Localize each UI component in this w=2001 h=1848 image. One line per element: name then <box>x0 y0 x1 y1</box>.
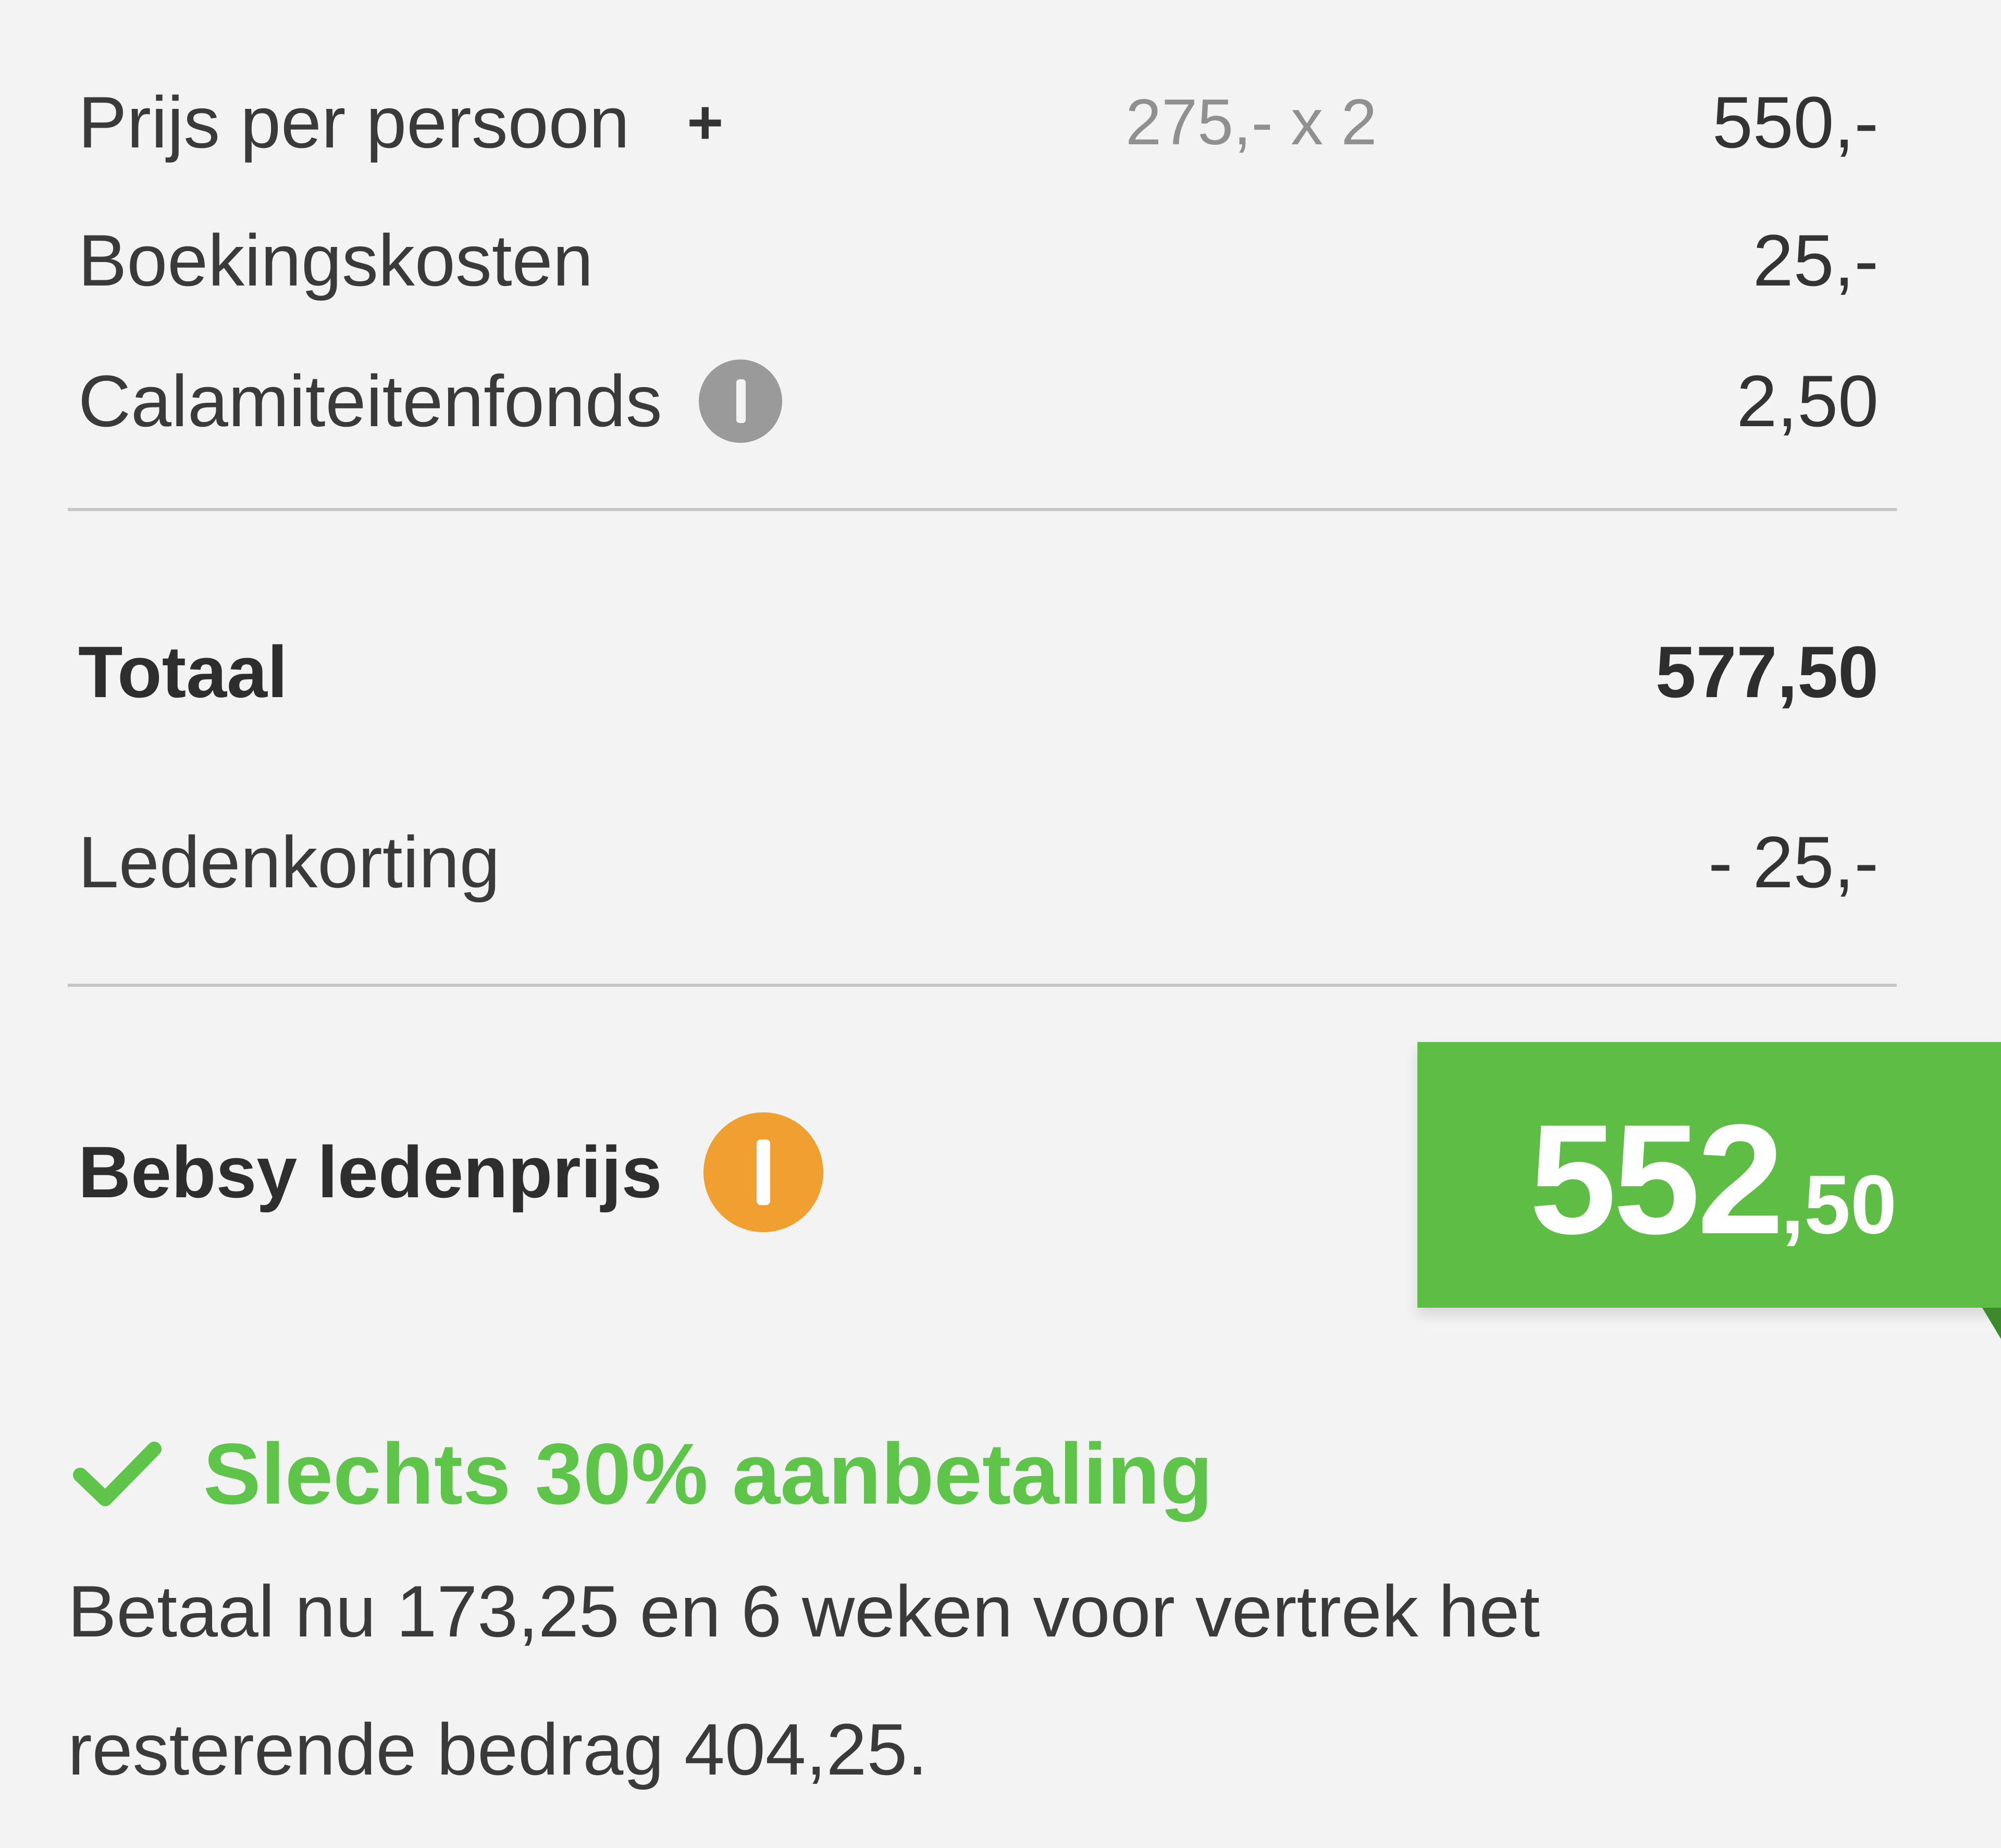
member-price-text: Bebsy ledenprijs <box>78 1131 662 1213</box>
calamity-fund-amount: 2,50 <box>1736 360 1879 442</box>
deposit-text-line: Betaal nu 173,25 en 6 weken voor vertrek… <box>68 1570 1540 1652</box>
member-price-label: Bebsy ledenprijs <box>78 1112 824 1232</box>
booking-costs-label: Boekingskosten <box>78 219 594 301</box>
deposit-description: Betaal nu 173,25 en 6 weken voor vertrek… <box>68 1542 1683 1818</box>
booking-costs-row: Boekingskosten 25,- <box>78 208 1879 313</box>
total-amount: 577,50 <box>1655 631 1879 713</box>
deposit-text-line: resterende bedrag 404,25. <box>68 1708 928 1790</box>
checkmark-icon <box>73 1442 162 1506</box>
price-per-person-label: Prijs per persoon + <box>78 80 723 165</box>
total-label: Totaal <box>78 631 288 713</box>
info-icon[interactable] <box>703 1112 824 1232</box>
member-discount-amount: - 25,- <box>1708 821 1879 903</box>
total-row: Totaal 577,50 <box>78 620 1879 724</box>
expand-plus-button[interactable]: + <box>687 91 723 154</box>
member-discount-label: Ledenkorting <box>78 821 500 903</box>
booking-costs-amount: 25,- <box>1752 219 1879 301</box>
member-discount-row: Ledenkorting - 25,- <box>78 810 1879 914</box>
divider <box>68 984 1897 987</box>
calamity-fund-row: Calamiteitenfonds 2,50 <box>78 349 1879 453</box>
member-price-main: 552 <box>1529 1092 1784 1267</box>
price-per-person-row: Prijs per persoon + 275,- x 2 550,- <box>78 70 1879 175</box>
price-calculation: 275,- x 2 <box>1126 86 1377 158</box>
price-per-person-text: Prijs per persoon <box>78 81 630 163</box>
member-price-flag: 552,50 <box>1417 1042 2001 1339</box>
deposit-title: Slechts 30% aanbetaling <box>203 1426 1213 1522</box>
price-per-person-amount: 550,- <box>1712 81 1879 163</box>
member-price-cents: ,50 <box>1781 1158 1897 1251</box>
member-price-amount: 552,50 <box>1529 1089 1897 1269</box>
divider <box>68 508 1897 511</box>
deposit-heading: Slechts 30% aanbetaling <box>73 1417 1213 1532</box>
info-icon[interactable] <box>698 359 782 443</box>
calamity-fund-text: Calamiteitenfonds <box>78 360 662 442</box>
calamity-fund-label: Calamiteitenfonds <box>78 359 782 443</box>
